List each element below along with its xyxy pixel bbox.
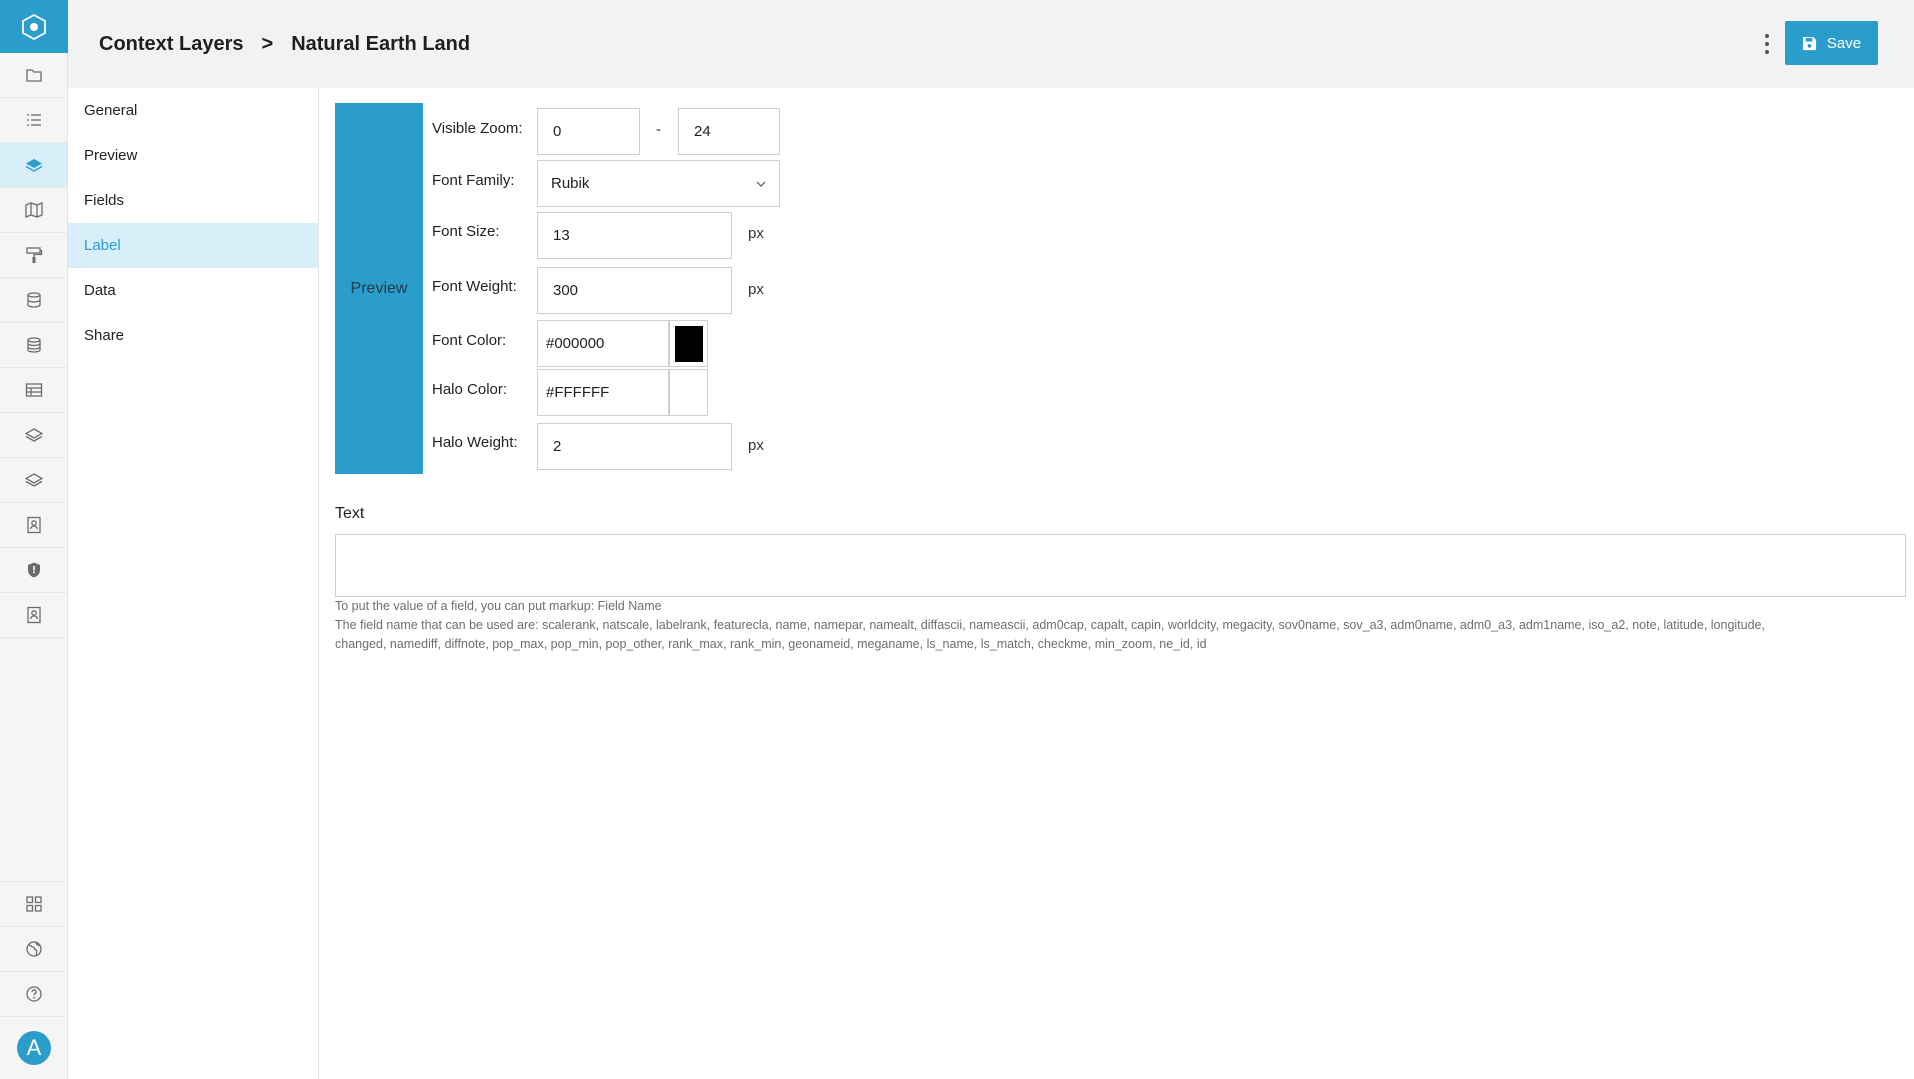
- layer-settings-nav: General Preview Fields Label Data Share: [68, 88, 319, 1079]
- halo-color-swatch[interactable]: [669, 369, 708, 416]
- page-header: Context Layers > Natural Earth Land Save: [68, 0, 1914, 88]
- layers-icon[interactable]: [0, 143, 67, 188]
- font-weight-input[interactable]: [537, 267, 732, 314]
- floppy-disk-icon: [1802, 36, 1816, 50]
- logo-icon: [22, 13, 46, 40]
- app-logo[interactable]: [0, 0, 68, 53]
- help-icon[interactable]: [0, 971, 68, 1016]
- nav-label[interactable]: Label: [68, 223, 318, 268]
- breadcrumb-current: Natural Earth Land: [291, 32, 471, 55]
- halo-color-input[interactable]: [537, 369, 669, 416]
- paint-roller-icon[interactable]: [0, 233, 67, 278]
- zoom-max-input[interactable]: [678, 108, 780, 155]
- breadcrumb-root[interactable]: Context Layers: [99, 33, 244, 56]
- label-preview-text: Preview: [350, 279, 408, 297]
- save-button-label: Save: [1826, 34, 1862, 52]
- halo-color-swatch-fill: [675, 375, 703, 411]
- breadcrumb-separator: >: [261, 32, 274, 55]
- halo-weight-unit: px: [748, 437, 764, 454]
- hint-field-names: The field name that can be used are: sca…: [335, 618, 1765, 632]
- zoom-separator: -: [656, 121, 661, 138]
- font-family-value: Rubik: [551, 175, 590, 192]
- list-icon[interactable]: [0, 98, 67, 143]
- table-icon[interactable]: [0, 368, 67, 413]
- font-size-label: Font Size:: [432, 223, 500, 240]
- shield-icon[interactable]: [0, 548, 67, 593]
- hint-field-names-cont: changed, namediff, diffnote, pop_max, po…: [335, 637, 1207, 651]
- map-icon[interactable]: [0, 188, 67, 233]
- font-weight-label: Font Weight:: [432, 278, 517, 295]
- label-settings: Preview Visible Zoom: - Font Family: Rub…: [319, 88, 1914, 1079]
- nav-share[interactable]: Share: [68, 313, 318, 358]
- folder-icon[interactable]: [0, 53, 67, 98]
- font-size-unit: px: [748, 225, 764, 242]
- zoom-min-input[interactable]: [537, 108, 640, 155]
- nav-data[interactable]: Data: [68, 268, 318, 313]
- hint-markup: To put the value of a field, you can put…: [335, 599, 662, 613]
- label-preview: Preview: [335, 103, 423, 474]
- more-options-icon[interactable]: [1764, 34, 1770, 54]
- halo-weight-label: Halo Weight:: [432, 434, 518, 451]
- database-stack-icon[interactable]: [0, 323, 67, 368]
- avatar[interactable]: A: [17, 1031, 51, 1065]
- rail-bottom: A: [0, 881, 68, 1079]
- nav-fields[interactable]: Fields: [68, 178, 318, 223]
- chevron-down-icon: [756, 181, 766, 187]
- contact-card-2-icon[interactable]: [0, 593, 67, 638]
- nav-preview[interactable]: Preview: [68, 133, 318, 178]
- icon-rail: A: [0, 0, 68, 1079]
- font-family-label: Font Family:: [432, 172, 515, 189]
- font-color-swatch[interactable]: [669, 320, 708, 367]
- font-size-input[interactable]: [537, 212, 732, 259]
- globe-icon[interactable]: [0, 926, 68, 971]
- text-label: Text: [335, 505, 365, 522]
- label-text-input[interactable]: [335, 534, 1906, 597]
- font-color-label: Font Color:: [432, 332, 507, 349]
- halo-weight-input[interactable]: [537, 423, 732, 470]
- halo-color-label: Halo Color:: [432, 381, 508, 398]
- font-color-swatch-fill: [675, 326, 703, 362]
- grid-icon[interactable]: [0, 881, 68, 926]
- layer-outline-icon[interactable]: [0, 413, 67, 458]
- save-button[interactable]: Save: [1785, 21, 1878, 65]
- avatar-area: A: [0, 1016, 68, 1079]
- font-color-input[interactable]: [537, 320, 669, 367]
- layer-outline-2-icon[interactable]: [0, 458, 67, 503]
- database-icon[interactable]: [0, 278, 67, 323]
- visible-zoom-label: Visible Zoom:: [432, 120, 523, 137]
- contact-card-icon[interactable]: [0, 503, 67, 548]
- breadcrumb: Context Layers > Natural Earth Land: [99, 33, 470, 56]
- nav-general[interactable]: General: [68, 88, 318, 133]
- font-family-select[interactable]: Rubik: [537, 160, 780, 207]
- font-weight-unit: px: [748, 281, 764, 298]
